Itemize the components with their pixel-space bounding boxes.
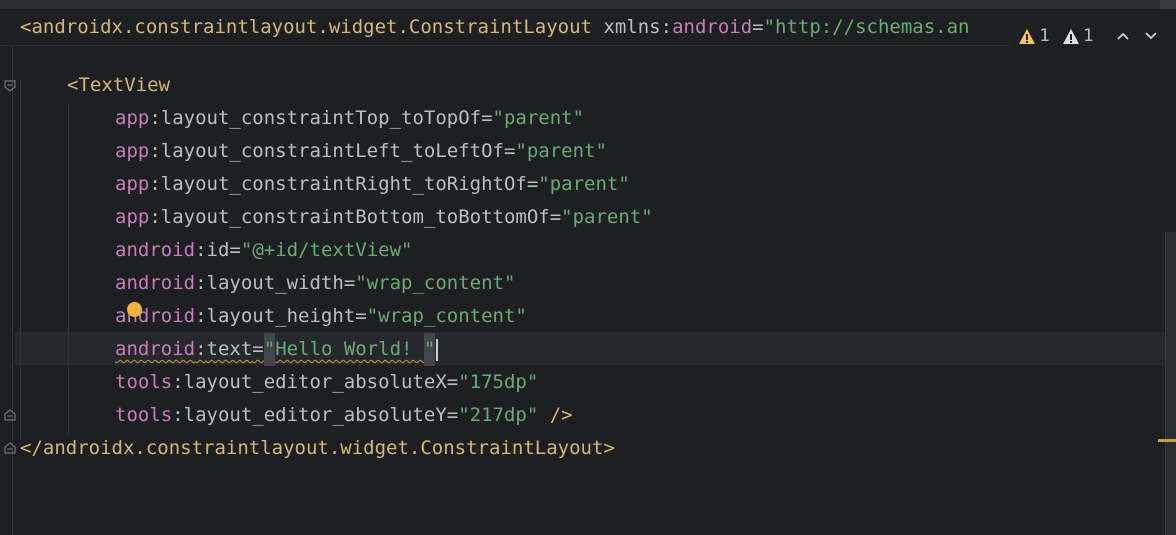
code-line-textview-open[interactable]: <TextView: [67, 69, 170, 102]
code-line[interactable]: android:layout_height="wrap_content": [115, 300, 527, 333]
code-editor[interactable]: <androidx.constraintlayout.widget.Constr…: [0, 0, 1176, 535]
code-line[interactable]: app:layout_constraintLeft_toLeftOf="pare…: [115, 135, 607, 168]
tag-name: <androidx.constraintlayout.widget.Constr…: [20, 16, 592, 38]
warning-stripe-marker[interactable]: [1158, 439, 1176, 442]
attr-name: layout_constraintLeft_toLeftOf: [160, 140, 504, 162]
equals: =: [752, 16, 764, 38]
tag-name: <TextView: [67, 74, 170, 96]
sticky-header[interactable]: <androidx.constraintlayout.widget.Constr…: [0, 9, 1176, 53]
code-line[interactable]: tools:layout_editor_absoluteX="175dp": [115, 366, 538, 399]
tag-name: </androidx.constraintlayout.widget.Const…: [20, 437, 615, 459]
weak-warning-icon: [1063, 28, 1080, 44]
equals: =: [252, 338, 264, 360]
attr-namespace: app: [115, 140, 150, 162]
frame-corner: [1160, 0, 1176, 9]
attr-namespace: app: [115, 107, 150, 129]
attr-name: layout_width: [206, 272, 344, 294]
colon: :: [172, 371, 184, 393]
next-highlighted-error-button[interactable]: [1140, 25, 1162, 47]
equals: =: [343, 272, 356, 294]
attr-namespace: android: [115, 338, 196, 360]
chevron-up-icon: [1117, 32, 1129, 40]
colon: :: [149, 140, 161, 162]
colon: :: [172, 404, 184, 426]
fold-end-icon[interactable]: [4, 409, 16, 421]
attr-value: "parent": [515, 140, 607, 162]
code-line[interactable]: tools:layout_editor_absoluteY="217dp" />: [115, 399, 573, 432]
attr-value: "wrap_content": [366, 305, 527, 327]
attr-value: "http://schemas.an: [763, 16, 970, 38]
code-line[interactable]: android:layout_width="wrap_content": [115, 267, 515, 300]
attr-name: id: [206, 239, 230, 261]
attr-name: layout_height: [206, 305, 356, 327]
attr-name: layout_constraintRight_toRightOf: [160, 173, 527, 195]
attr-name: layout_constraintTop_toTopOf: [160, 107, 482, 129]
colon: :: [660, 16, 673, 38]
colon: :: [149, 173, 161, 195]
weak-warnings-count: 1: [1083, 26, 1094, 46]
attr-value: "wrap_content": [355, 272, 516, 294]
attr-name: xmlns: [603, 16, 661, 38]
chevron-down-icon: [1145, 32, 1157, 40]
attr-namespace: tools: [115, 371, 173, 393]
attr-name: layout_constraintBottom_toBottomOf: [160, 206, 550, 228]
text-caret: [436, 338, 439, 361]
colon: :: [195, 272, 207, 294]
warnings-count: 1: [1039, 26, 1051, 46]
equals: =: [503, 140, 516, 162]
colon: :: [195, 338, 207, 360]
attr-namespace: android: [115, 239, 196, 261]
colon: :: [149, 206, 161, 228]
warning-icon: [1019, 28, 1036, 44]
fold-collapse-icon[interactable]: [4, 80, 16, 92]
attr-value-close-quote: ": [423, 333, 436, 366]
attr-namespace: app: [115, 206, 150, 228]
warnings-indicator[interactable]: 1: [1018, 26, 1050, 46]
code-line[interactable]: app:layout_constraintTop_toTopOf="parent…: [115, 102, 584, 135]
vertical-scrollbar[interactable]: [1165, 232, 1176, 535]
intention-bulb-icon[interactable]: [127, 302, 142, 317]
equals: =: [549, 206, 562, 228]
inspections-widget[interactable]: 1 1: [1010, 19, 1176, 53]
equals: =: [526, 173, 539, 195]
self-close-tag: />: [538, 404, 573, 426]
code-line-current[interactable]: android:text="Hello World! ": [115, 333, 439, 366]
attr-value: "@+id/textView": [240, 239, 413, 261]
attr-value: "217dp": [458, 404, 539, 426]
attr-namespace: android: [115, 272, 196, 294]
attr-namespace: android: [672, 16, 753, 38]
code-line-root-close[interactable]: </androidx.constraintlayout.widget.Const…: [20, 432, 615, 465]
colon: :: [195, 239, 207, 261]
colon: :: [149, 107, 161, 129]
attr-namespace: app: [115, 173, 150, 195]
equals: =: [446, 371, 459, 393]
indent-guide: [68, 104, 69, 434]
equals: =: [229, 239, 241, 261]
attr-name: layout_editor_absoluteY: [183, 404, 447, 426]
attr-value: "parent": [561, 206, 653, 228]
previous-highlighted-error-button[interactable]: [1112, 25, 1134, 47]
attr-name: layout_editor_absoluteX: [183, 371, 447, 393]
weak-warnings-indicator[interactable]: 1: [1062, 26, 1094, 46]
attr-namespace: tools: [115, 404, 173, 426]
code-line-root-open[interactable]: <androidx.constraintlayout.widget.Constr…: [20, 11, 970, 44]
code-line[interactable]: app:layout_constraintBottom_toBottomOf="…: [115, 201, 653, 234]
colon: :: [195, 305, 207, 327]
code-line[interactable]: android:id="@+id/textView": [115, 234, 412, 267]
fold-end-icon[interactable]: [4, 442, 16, 454]
indent-guide: [20, 79, 21, 441]
equals: =: [355, 305, 367, 327]
attr-value: "parent": [538, 173, 630, 195]
hardcoded-string-value[interactable]: Hello World!: [275, 338, 424, 360]
equals: =: [446, 404, 459, 426]
attr-value: "parent": [492, 107, 585, 129]
attr-value-open-quote: ": [263, 333, 276, 366]
equals: =: [481, 107, 493, 129]
code-line[interactable]: app:layout_constraintRight_toRightOf="pa…: [115, 168, 630, 201]
attr-value: "175dp": [458, 371, 539, 393]
attr-name: text: [206, 338, 253, 360]
editor-top-border: [0, 0, 1176, 9]
